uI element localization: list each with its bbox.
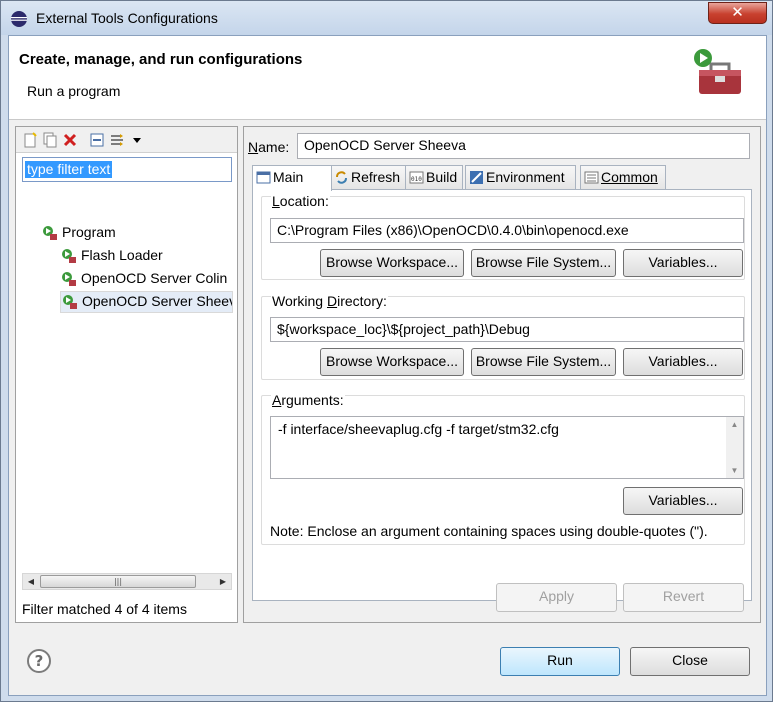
scrollbar-thumb[interactable]: ||| <box>40 575 196 588</box>
collapse-all-icon[interactable] <box>89 132 105 148</box>
working-directory-label: Working Directory: <box>271 293 388 309</box>
program-config-icon <box>62 272 76 286</box>
arguments-note: Note: Enclose an argument containing spa… <box>270 523 708 539</box>
name-label: Name: <box>248 139 290 155</box>
name-input[interactable]: OpenOCD Server Sheeva <box>297 133 750 159</box>
tab-main[interactable]: Main <box>252 165 332 191</box>
arguments-text: -f interface/sheevaplug.cfg -f target/st… <box>278 421 559 437</box>
tree-item-label: Program <box>62 224 116 240</box>
environment-icon <box>470 171 483 184</box>
tab-common[interactable]: Common <box>580 165 666 189</box>
filter-input-text: type filter text <box>25 161 113 178</box>
tree-item-flash-loader[interactable]: Flash Loader <box>61 246 233 266</box>
location-variables-button[interactable]: Variables... <box>623 249 743 277</box>
new-config-icon[interactable] <box>22 132 38 148</box>
eclipse-icon <box>11 11 27 27</box>
chevron-down-icon[interactable] <box>129 132 145 148</box>
scroll-up-icon[interactable]: ▲ <box>726 420 743 429</box>
location-label: Location: <box>271 193 330 209</box>
main-tab-content: Location: C:\Program Files (x86)\OpenOCD… <box>252 189 752 601</box>
config-toolbar <box>16 127 237 153</box>
revert-button[interactable]: Revert <box>623 583 744 612</box>
workdir-browse-workspace-button[interactable]: Browse Workspace... <box>320 348 464 376</box>
run-button[interactable]: Run <box>500 647 620 676</box>
external-tools-window: External Tools Configurations ✕ Create, … <box>0 0 773 702</box>
refresh-icon <box>336 171 347 184</box>
svg-text:010: 010 <box>411 176 422 183</box>
workdir-variables-button[interactable]: Variables... <box>623 348 743 376</box>
apply-button-visible[interactable]: Apply <box>496 583 617 612</box>
configuration-editor-panel: Name: OpenOCD Server Sheeva Main Refresh… <box>243 126 761 623</box>
scroll-down-icon[interactable]: ▼ <box>726 466 743 475</box>
build-icon: 010 <box>409 171 424 184</box>
tab-build[interactable]: 010 Build <box>405 165 463 189</box>
dialog-heading: Create, manage, and run configurations <box>19 51 303 68</box>
dialog-banner: Create, manage, and run configurations R… <box>9 36 766 120</box>
close-button[interactable]: Close <box>630 647 750 676</box>
tree-item-openocd-colin[interactable]: OpenOCD Server Colin <box>61 269 233 289</box>
horizontal-scrollbar[interactable]: ◀ ||| ▶ <box>22 573 232 590</box>
arguments-input[interactable]: -f interface/sheevaplug.cfg -f target/st… <box>270 416 744 479</box>
program-config-icon <box>63 295 77 309</box>
tab-refresh[interactable]: Refresh <box>330 165 406 189</box>
tree-item-openocd-sheeva[interactable]: OpenOCD Server Sheeva <box>60 291 233 313</box>
tree-item-program[interactable]: Program <box>42 223 232 243</box>
tree-item-label: OpenOCD Server Colin <box>81 270 228 286</box>
tab-environment[interactable]: Environment <box>465 165 576 189</box>
configuration-list-panel: type filter text Program Flash Loader Op… <box>15 126 238 623</box>
dialog-subheading: Run a program <box>27 83 121 99</box>
location-input[interactable]: C:\Program Files (x86)\OpenOCD\0.4.0\bin… <box>270 218 744 243</box>
working-directory-input[interactable]: ${workspace_loc}\${project_path}\Debug <box>270 317 744 342</box>
scroll-left-icon[interactable]: ◀ <box>24 575 38 588</box>
title-bar: External Tools Configurations ✕ <box>1 1 772 35</box>
program-config-icon <box>62 249 76 263</box>
arguments-variables-button[interactable]: Variables... <box>623 487 743 515</box>
tree-item-label: Flash Loader <box>81 247 163 263</box>
toolbox-run-icon <box>694 49 741 94</box>
program-type-icon <box>43 226 57 240</box>
workdir-browse-filesystem-button[interactable]: Browse File System... <box>471 348 616 376</box>
tree-item-label: OpenOCD Server Sheeva <box>82 293 233 309</box>
help-icon[interactable]: ? <box>27 649 51 673</box>
filter-input[interactable]: type filter text <box>22 157 232 182</box>
filter-status: Filter matched 4 of 4 items <box>22 601 187 617</box>
duplicate-config-icon[interactable] <box>42 132 58 148</box>
delete-config-icon[interactable] <box>62 132 78 148</box>
location-browse-workspace-button[interactable]: Browse Workspace... <box>320 249 464 277</box>
config-tabs: Main Refresh 010 Build Environment Commo… <box>252 165 752 191</box>
filter-icon[interactable] <box>109 132 125 148</box>
arguments-vertical-scrollbar[interactable]: ▲ ▼ <box>726 417 743 478</box>
window-close-button[interactable]: ✕ <box>708 2 767 24</box>
dialog-client: Create, manage, and run configurations R… <box>8 35 767 696</box>
main-tab-icon <box>256 171 271 184</box>
common-icon <box>584 171 599 184</box>
arguments-label: Arguments: <box>271 392 345 408</box>
window-title: External Tools Configurations <box>36 10 218 26</box>
location-browse-filesystem-button[interactable]: Browse File System... <box>471 249 616 277</box>
scroll-right-icon[interactable]: ▶ <box>216 575 230 588</box>
